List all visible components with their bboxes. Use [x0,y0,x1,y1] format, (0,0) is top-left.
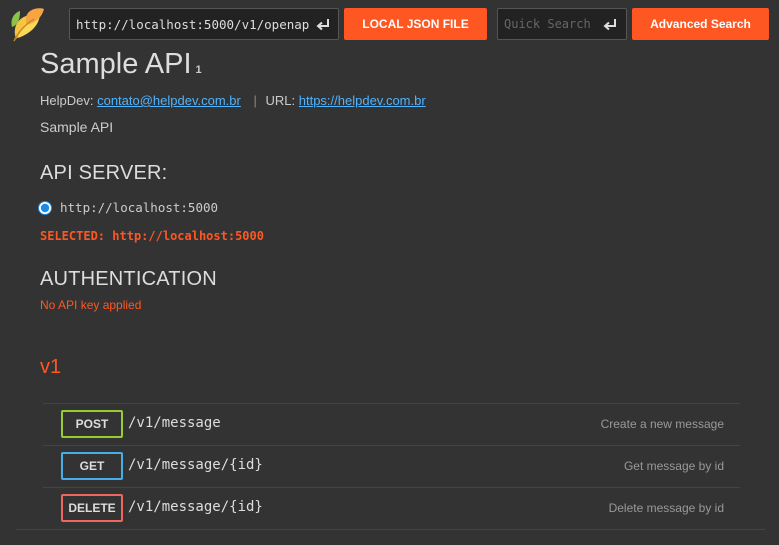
contact-url-link[interactable]: https://helpdev.com.br [299,93,426,108]
method-badge-post: POST [61,410,123,438]
selected-server-url: http://localhost:5000 [112,229,264,243]
section-divider [16,529,765,530]
auth-status: No API key applied [40,298,142,312]
api-title: Sample API 1 [40,48,202,81]
tag-heading-v1[interactable]: v1 [40,356,61,379]
operation-summary: Create a new message [600,417,724,431]
operation-row-get-message[interactable]: GET /v1/message/{id} Get message by id [43,445,740,487]
contact-email-link[interactable]: contato@helpdev.com.br [97,93,241,108]
spec-url-field[interactable] [69,8,339,40]
api-server-heading: API SERVER: [40,162,168,184]
method-badge-delete: DELETE [61,494,123,522]
leaf-logo-icon[interactable] [8,5,46,42]
server-option[interactable]: http://localhost:5000 [38,200,218,215]
operation-path: /v1/message [128,415,221,431]
top-bar: LOCAL JSON FILE Advanced Search [0,0,779,46]
contact-label: HelpDev: [40,93,94,108]
operation-path: /v1/message/{id} [128,499,263,515]
operation-path: /v1/message/{id} [128,457,263,473]
selected-label: SELECTED: [40,229,106,243]
api-version: 1 [195,64,202,76]
operations-list: POST /v1/message Create a new message GE… [43,403,740,529]
url-label: URL: [265,93,296,108]
spec-url-input[interactable] [70,9,310,39]
operation-summary: Get message by id [623,459,724,473]
contact-info: HelpDev: contato@helpdev.com.br | URL: h… [40,93,426,108]
server-radio[interactable] [38,200,52,215]
server-url: http://localhost:5000 [60,200,219,215]
api-description: Sample API [40,119,114,135]
operation-row-delete-message[interactable]: DELETE /v1/message/{id} Delete message b… [43,487,740,529]
enter-icon[interactable] [314,15,332,33]
operation-summary: Delete message by id [608,501,724,515]
authentication-heading: AUTHENTICATION [40,268,217,290]
operation-row-post-message[interactable]: POST /v1/message Create a new message [43,403,740,445]
advanced-search-button[interactable]: Advanced Search [632,8,769,40]
selected-server: SELECTED: http://localhost:5000 [40,229,264,243]
api-title-text: Sample API [40,48,192,80]
quick-search-field[interactable] [497,8,627,40]
method-badge-get: GET [61,452,123,480]
quick-search-input[interactable] [498,9,598,39]
local-json-file-button[interactable]: LOCAL JSON FILE [344,8,487,40]
contact-separator: | [253,93,257,108]
enter-icon[interactable] [601,15,619,33]
